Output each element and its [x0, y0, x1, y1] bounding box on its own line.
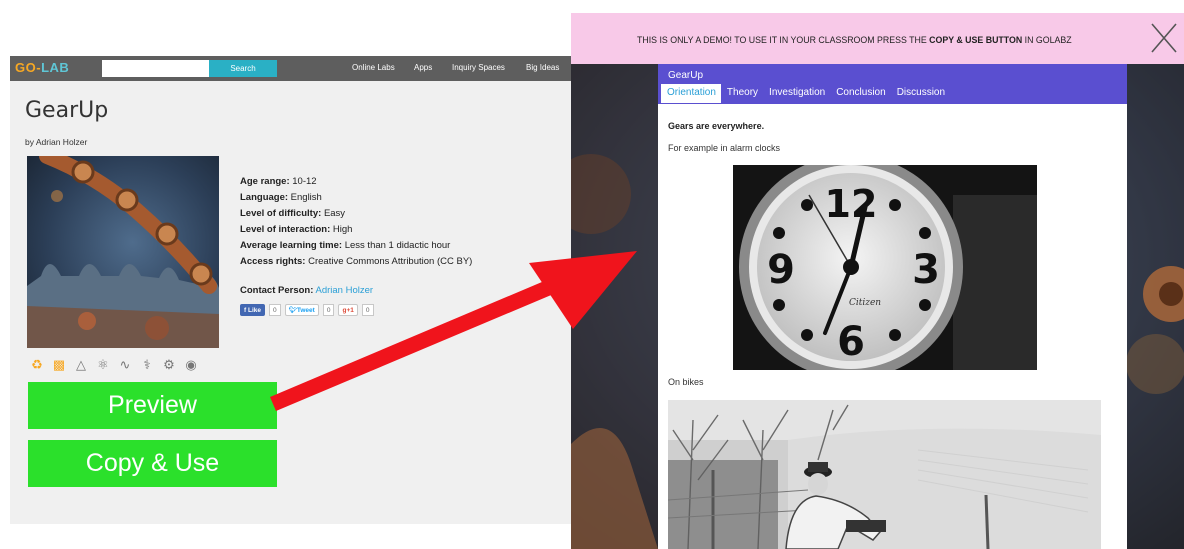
clock-brand: Citizen [849, 298, 881, 308]
top-navbar: GO-LAB Search Online Labs Apps Inquiry S… [10, 56, 572, 81]
tab-conclusion[interactable]: Conclusion [830, 84, 890, 103]
gplus-count: 0 [361, 304, 374, 316]
contact-link[interactable]: Adrian Holzer [316, 285, 374, 296]
tab-discussion[interactable]: Discussion [891, 84, 950, 103]
preview-button[interactable]: Preview [28, 382, 277, 429]
google-plus-button[interactable]: g+1 [338, 304, 358, 316]
demo-notice: THIS IS ONLY A DEMO! TO USE IT IN YOUR C… [637, 35, 1072, 45]
lab-metadata: Age range: 10-12 Language: English Level… [240, 174, 472, 270]
meta-access-rights: Access rights: Creative Commons Attribut… [240, 256, 473, 267]
app-title: GearUp [668, 70, 704, 81]
golab-page: GO-LAB Search Online Labs Apps Inquiry S… [10, 56, 572, 524]
tweet-button[interactable]: 🐦︎Tweet [284, 304, 319, 316]
nav-apps[interactable]: Apps [414, 63, 432, 72]
tab-orientation[interactable]: Orientation [661, 84, 721, 103]
social-buttons: f Like 0 🐦︎Tweet 0 g+1 0 [240, 304, 374, 316]
chart-icon: ▩ [52, 357, 66, 372]
meta-interaction: Level of interaction: High [240, 224, 353, 235]
close-icon[interactable] [1149, 21, 1179, 55]
content-heading: Gears are everywhere. [668, 121, 765, 131]
wave-icon: ∿ [119, 357, 131, 372]
alarm-clock-image: 12 3 6 9 Citizen [733, 165, 1037, 370]
contact-person: Contact Person: Adrian Holzer [240, 285, 374, 296]
page-title: GearUp [25, 98, 109, 123]
phase-tabs: Orientation Theory Investigation Conclus… [661, 84, 950, 103]
bike-caption: On bikes [668, 377, 704, 387]
meta-difficulty: Level of difficulty: Easy [240, 208, 346, 219]
facebook-icon: f [244, 307, 247, 314]
clock-numeral-9: 9 [767, 247, 795, 293]
gear-icon: ⚙ [163, 357, 175, 372]
tab-theory[interactable]: Theory [721, 84, 763, 103]
gear-chain-image [27, 156, 219, 348]
golab-logo[interactable]: GO-LAB [15, 60, 69, 75]
globe-icon: ◉ [185, 357, 197, 372]
app-header: GearUp Orientation Theory Investigation … [658, 64, 1127, 104]
nav-online-labs[interactable]: Online Labs [352, 63, 395, 72]
atom-icon: ⚛ [97, 357, 109, 372]
clock-caption: For example in alarm clocks [668, 143, 781, 153]
like-count: 0 [269, 304, 281, 316]
meta-language: Language: English [240, 192, 322, 203]
nav-inquiry-spaces[interactable]: Inquiry Spaces [452, 63, 505, 72]
clock-numeral-6: 6 [837, 319, 865, 365]
tab-investigation[interactable]: Investigation [763, 84, 830, 103]
biology-icon: ⚕ [143, 357, 151, 372]
nav-big-ideas[interactable]: Big Ideas [526, 63, 559, 72]
clock-numeral-12: 12 [825, 182, 878, 226]
subject-domain-icons: ♻ ▩ △ ⚛ ∿ ⚕ ⚙ ◉ [27, 355, 201, 375]
recycle-icon: ♻ [31, 357, 43, 372]
search-input[interactable] [102, 60, 209, 77]
meta-learning-time: Average learning time: Less than 1 didac… [240, 240, 451, 251]
clock-numeral-3: 3 [912, 247, 940, 293]
demo-notice-bar: THIS IS ONLY A DEMO! TO USE IT IN YOUR C… [571, 13, 1184, 64]
facebook-like-button[interactable]: f Like [240, 304, 265, 316]
bike-rider-image [668, 400, 1101, 549]
telescope-icon: △ [76, 357, 86, 372]
tweet-count: 0 [322, 304, 335, 316]
twitter-icon: 🐦︎ [288, 307, 297, 314]
search-button[interactable]: Search [209, 60, 277, 77]
meta-age: Age range: 10-12 [240, 176, 317, 187]
author-line: by Adrian Holzer [25, 137, 88, 147]
copy-use-button[interactable]: Copy & Use [28, 440, 277, 487]
